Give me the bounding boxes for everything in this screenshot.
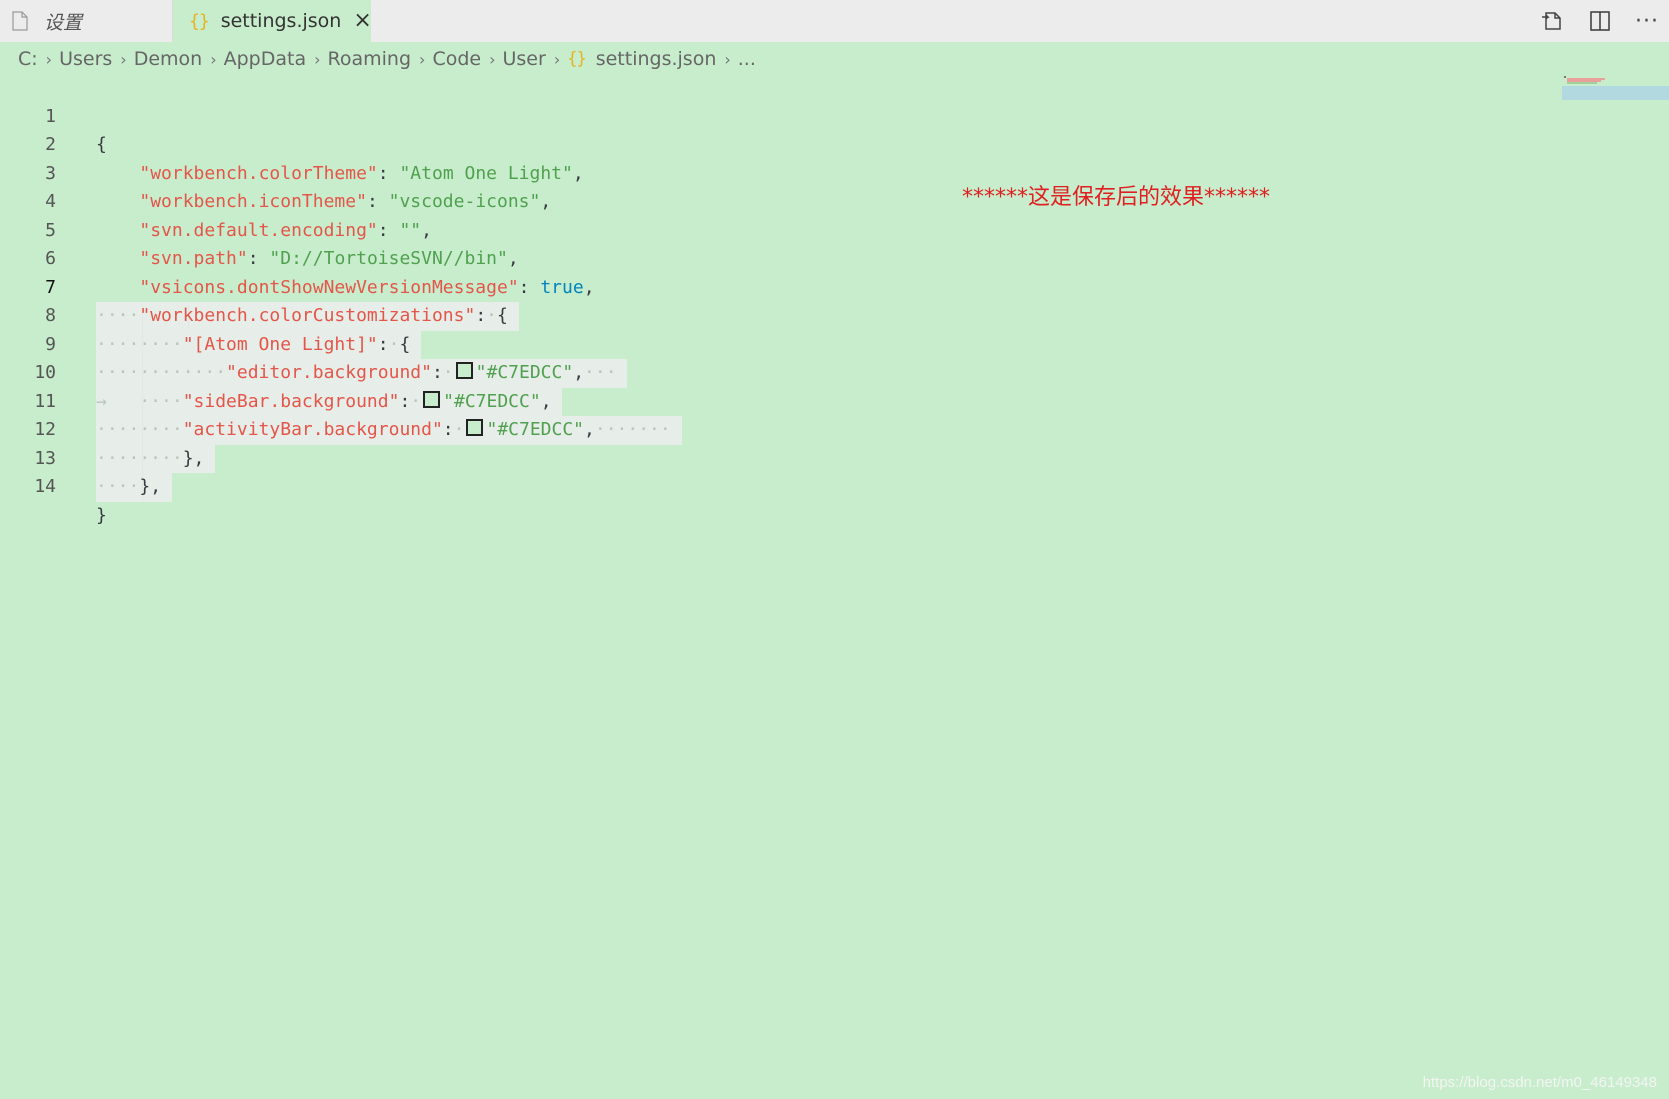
open-preview-icon[interactable]	[1539, 8, 1565, 34]
split-editor-icon[interactable]	[1587, 8, 1613, 34]
code-line: 10 → ····"sideBar.background":· "#C7EDCC"…	[0, 331, 1669, 416]
minimap-line	[1564, 76, 1566, 78]
more-actions-icon[interactable]: ···	[1635, 9, 1659, 34]
breadcrumb: C: › Users › Demon › AppData › Roaming ›…	[18, 44, 756, 74]
tab-bar: 设置 {} settings.json × ···	[0, 0, 1669, 42]
code-line: 1 {	[0, 74, 1669, 156]
close-icon[interactable]: ×	[353, 10, 371, 32]
breadcrumb-item[interactable]: Users	[59, 48, 112, 70]
breadcrumb-item[interactable]: Roaming	[328, 48, 412, 70]
watermark: https://blog.csdn.net/m0_46149348	[1422, 1074, 1657, 1091]
tab-settings-ui[interactable]: 设置	[0, 0, 173, 42]
code-line: 14 }	[0, 445, 1669, 526]
json-braces-icon: {}	[189, 10, 210, 32]
editor-actions: ···	[1539, 0, 1669, 42]
chevron-right-icon: ›	[553, 49, 561, 69]
breadcrumb-item[interactable]: Code	[432, 48, 481, 70]
chevron-right-icon: ›	[489, 49, 496, 69]
tab-settings-json[interactable]: {} settings.json ×	[173, 0, 372, 42]
code-line: 9 ············"editor.background":· "#C7E…	[0, 302, 1669, 388]
code-line: 2 "workbench.colorTheme": "Atom One Ligh…	[0, 103, 1669, 184]
line-number: 14	[34, 476, 56, 497]
chevron-right-icon: ›	[45, 49, 53, 69]
code-line: 5 "svn.path": "D://TortoiseSVN//bin",	[0, 188, 1669, 270]
code-line: 3 "workbench.iconTheme": "vscode-icons",	[0, 131, 1669, 213]
minimap-viewport[interactable]	[1562, 86, 1669, 100]
code-line: 12 ········},	[0, 388, 1669, 473]
code-line: 13 ····},	[0, 416, 1669, 502]
chevron-right-icon: ›	[120, 49, 127, 69]
minimap[interactable]	[1562, 74, 1669, 104]
chevron-right-icon: ›	[314, 49, 321, 69]
line-content: ····},	[96, 473, 172, 502]
code-line: 7 ····"workbench.colorCustomizations":·{	[0, 245, 1669, 331]
code-line: 4 "svn.default.encoding": "",	[0, 160, 1669, 241]
tab-label: settings.json	[220, 10, 342, 32]
breadcrumb-item[interactable]: AppData	[224, 48, 307, 70]
breadcrumb-item[interactable]: User	[503, 48, 546, 70]
breadcrumb-item[interactable]: Demon	[134, 48, 203, 70]
breadcrumb-item[interactable]: C:	[18, 48, 38, 70]
tab-label: 设置	[44, 11, 83, 34]
chevron-right-icon: ›	[724, 49, 731, 69]
code-editor[interactable]: 1 { 2 "workbench.colorTheme": "Atom One …	[0, 74, 1669, 526]
breadcrumb-item[interactable]: ...	[738, 48, 756, 70]
code-line: 8 ········"[Atom One Light]":·{	[0, 274, 1669, 359]
annotation-text: ******这是保存后的效果******	[962, 185, 1271, 210]
code-line: 6 "vsicons.dontShowNewVersionMessage": t…	[0, 217, 1669, 298]
breadcrumb-item[interactable]: settings.json	[596, 48, 717, 70]
minimap-line	[1567, 82, 1597, 84]
line-content: }	[96, 504, 107, 526]
file-icon	[12, 11, 28, 31]
json-braces-icon: {}	[567, 49, 587, 69]
chevron-right-icon: ›	[419, 49, 426, 69]
code-line: 11 ········"activityBar.background":· "#C…	[0, 359, 1669, 445]
chevron-right-icon: ›	[210, 49, 217, 69]
